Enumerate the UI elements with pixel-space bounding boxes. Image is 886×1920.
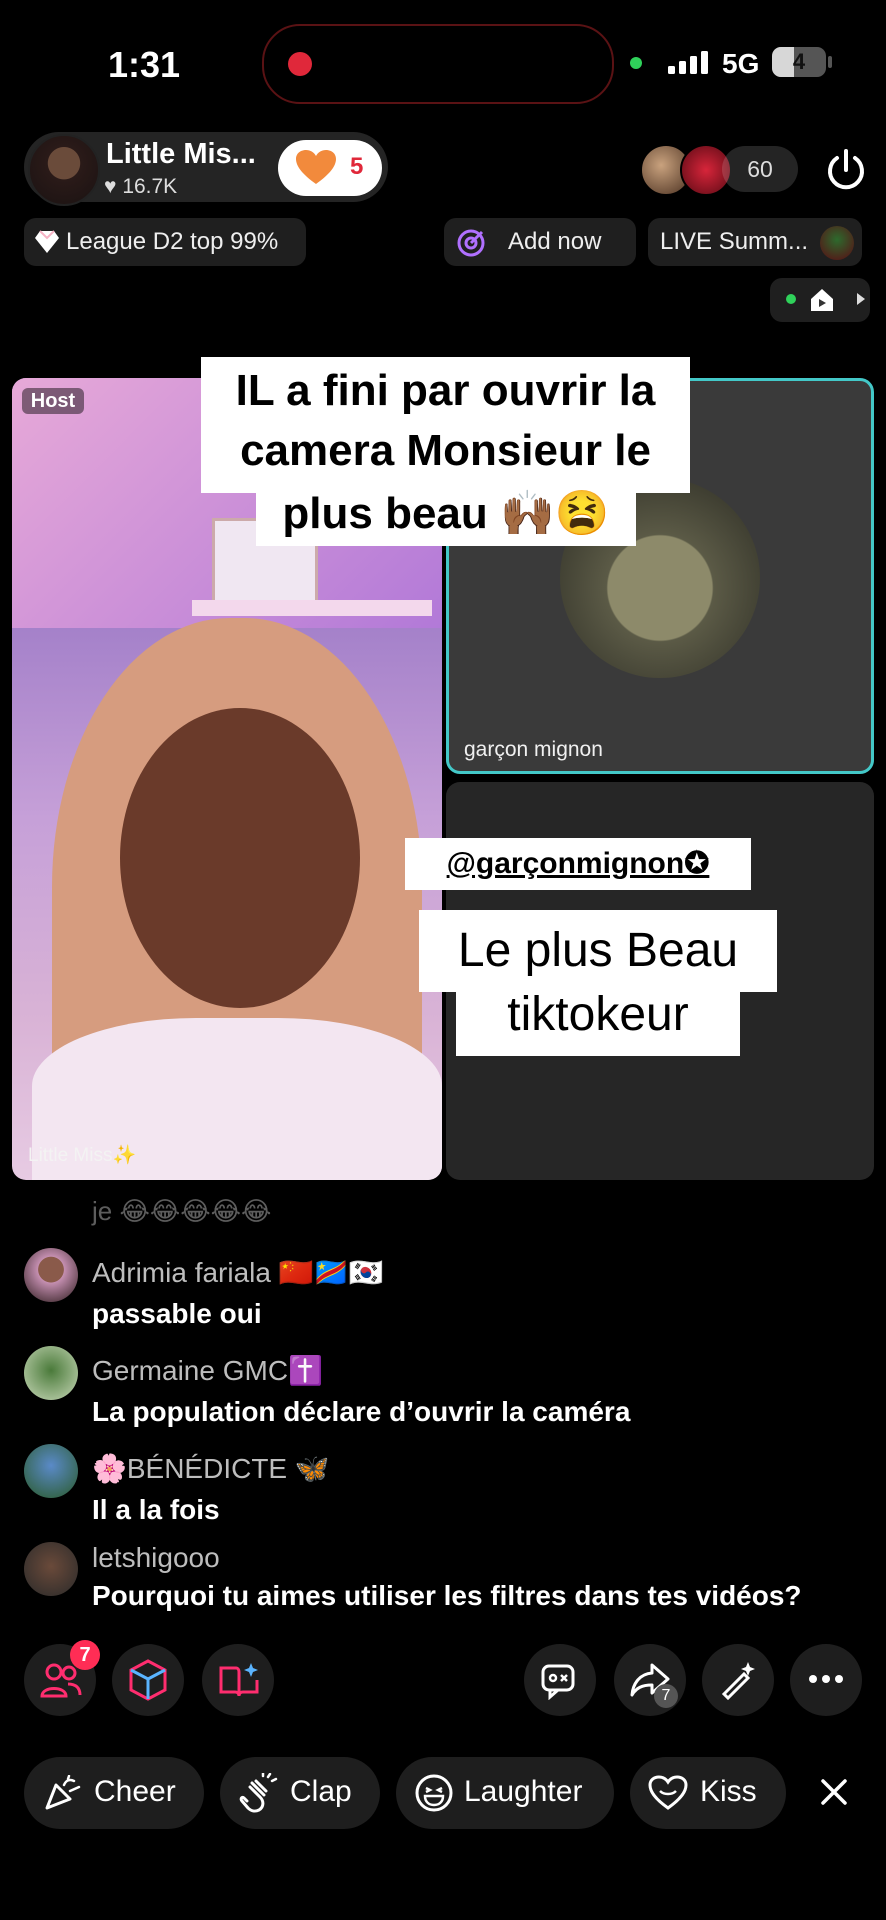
comment-author[interactable]: letshigooo [92,1542,220,1574]
clapping-hands-icon [239,1773,278,1813]
shelf [192,600,432,616]
commenter-avatar[interactable] [24,1248,78,1302]
camera-in-use-icon [630,57,642,69]
home-icon [811,289,833,311]
laughing-face-icon [415,1774,453,1812]
commenter-avatar[interactable] [24,1542,78,1596]
kiss-button[interactable]: Kiss [630,1757,786,1829]
battery-tip [828,56,832,68]
league-label: League D2 top 99% [66,228,279,255]
guests-count-badge: 7 [70,1640,100,1670]
diamond-icon [35,230,59,253]
overlay-caption: Le plus Beau [419,910,777,992]
overlay-caption: IL a fini par ouvrir la camera Monsieur … [201,357,690,493]
chevron-right-icon[interactable] [856,292,866,306]
network-type: 5G [722,48,760,79]
comment-author[interactable]: 🌸BÉNÉDICTE 🦋 [92,1452,330,1485]
summit-avatar [820,226,854,260]
comment-author[interactable]: Germaine GMC✝️ [92,1354,323,1387]
laughter-button[interactable]: Laughter [396,1757,614,1829]
book-button[interactable] [202,1644,274,1716]
comment-text: passable oui [92,1298,262,1329]
more-button[interactable] [790,1644,862,1716]
orange-heart-icon [296,150,336,184]
host-name: Little Mis... [106,138,256,170]
power-icon[interactable] [824,148,868,192]
comment-text: Pourquoi tu aimes utiliser les filtres d… [92,1580,802,1611]
host-face [120,708,360,1008]
cube-icon [129,1659,167,1701]
add-now-label: Add now [508,228,602,255]
status-time: 1:31 [108,44,181,85]
kiss-label: Kiss [700,1775,757,1808]
battery-level: 4 [792,49,806,74]
live-summit-label: LIVE Summ... [660,228,809,255]
partial-comment: je 😂😂😂😂😂 [92,1196,272,1226]
comment-text: La population déclare d’ouvrir la caméra [92,1396,631,1427]
live-status-dot [786,294,796,304]
clap-button[interactable]: Clap [220,1757,380,1829]
host-likes-count: 16.7K [122,175,178,198]
comment-author[interactable]: Adrimia fariala 🇨🇳🇨🇩🇰🇷 [92,1256,383,1289]
laughter-label: Laughter [464,1775,583,1808]
clap-label: Clap [290,1775,352,1808]
share-button[interactable]: 7 [614,1644,686,1716]
overlay-caption: plus beau 🙌🏾😫 [256,486,636,546]
guest-video-label: garçon mignon [464,738,603,761]
message-game-icon [541,1664,575,1700]
host-avatar[interactable] [28,134,100,206]
viewer-count: 60 [747,156,773,182]
party-popper-icon [45,1775,81,1810]
host-badge-label: Host [30,390,76,412]
host-video-label: Little Miss✨ [28,1145,137,1166]
commenter-avatar[interactable] [24,1346,78,1400]
target-icon [457,229,485,257]
cellular-signal-icon [668,51,708,74]
share-count-badge: 7 [654,1684,678,1708]
heart-lips-icon [648,1775,688,1810]
magic-wand-button[interactable] [702,1644,774,1716]
overlay-mention: @garçonmignon✪ [405,838,751,890]
cheer-button[interactable]: Cheer [24,1757,204,1829]
overlay-caption: tiktokeur [456,984,740,1056]
cheer-label: Cheer [94,1775,176,1808]
comment-text: Il a la fois [92,1494,220,1525]
heart-icon: ♥ [104,175,117,198]
magic-wand-icon [721,1662,755,1700]
effects-button[interactable] [112,1644,184,1716]
interaction-button[interactable] [524,1644,596,1716]
battery-icon: 4 [772,47,826,77]
host-likes: ♥ 16.7K [104,175,177,199]
recording-indicator-icon [288,52,312,76]
dynamic-island [262,24,614,104]
close-icon[interactable] [820,1778,848,1806]
follow-count: 5 [350,153,364,180]
commenter-avatar[interactable] [24,1444,78,1498]
more-dots-icon [809,1675,843,1683]
book-sparkle-icon [219,1663,259,1697]
